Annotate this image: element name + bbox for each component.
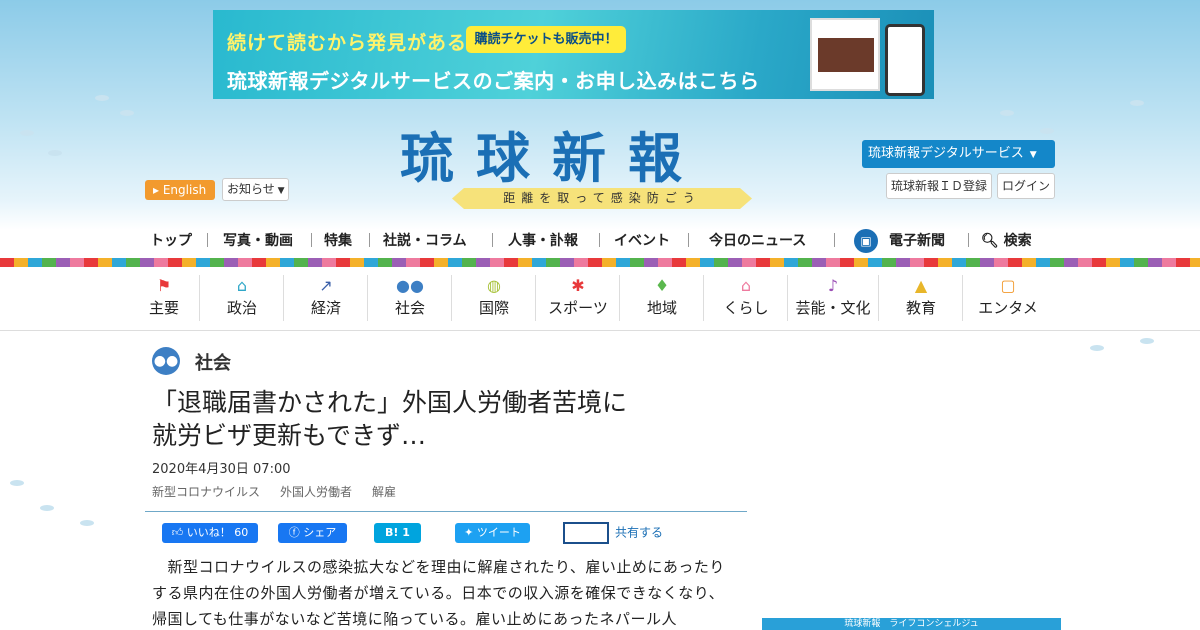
banner-laptop-image: [810, 18, 880, 91]
title-line2: 就労ビザ更新もできず…: [152, 421, 427, 450]
divider: [145, 511, 747, 512]
category-label: 社会: [394, 299, 425, 317]
nav-top[interactable]: トップ: [150, 230, 192, 250]
login-button[interactable]: ログイン: [997, 173, 1055, 199]
nav-todays-news[interactable]: 今日のニュース: [709, 230, 806, 250]
nav-photo-video[interactable]: 写真・動画: [223, 230, 293, 250]
like-label: いいね！ 60: [186, 526, 249, 539]
people-icon: ●●: [152, 347, 180, 375]
nav-events[interactable]: イベント: [614, 230, 670, 250]
news-dropdown[interactable]: お知らせ ▼: [222, 178, 289, 201]
sidebar-ad[interactable]: 琉球新報 ライフコンシェルジュ: [762, 618, 1061, 630]
category-economy[interactable]: ↗ 経済: [284, 275, 368, 329]
nav-e-newspaper[interactable]: 電子新聞: [889, 230, 945, 250]
flag-icon: ⚑: [156, 276, 172, 295]
news-label: お知らせ: [227, 182, 275, 196]
runner-icon: ✱: [571, 276, 585, 295]
nav-features[interactable]: 特集: [324, 230, 352, 250]
category-bar: ⚑ 主要 ⌂ 政治 ↗ 経済 ●● 社会 ◍ 国際 ✱ スポーツ ♦ 地域 ⌂ くらし ♪ 芸能・…: [0, 267, 1200, 331]
facebook-like-button[interactable]: 👍︎ いいね！ 60: [162, 523, 258, 543]
category-international[interactable]: ◍ 国際: [452, 275, 536, 329]
hatena-bookmark-button[interactable]: B! 1: [374, 523, 421, 543]
category-label: 地域: [646, 299, 677, 317]
chart-icon: ↗: [319, 276, 333, 295]
category-politics[interactable]: ⌂ 政治: [200, 275, 284, 329]
section-label[interactable]: 社会: [195, 349, 231, 375]
share-label: 共有する: [615, 525, 664, 540]
building-icon: ⌂: [236, 276, 248, 295]
globe-icon: ◍: [487, 276, 501, 295]
caret-down-icon: ▼: [1029, 150, 1037, 160]
category-society[interactable]: ●● 社会: [368, 275, 452, 329]
article-date: 2020年4月30日 07:00: [152, 462, 291, 477]
category-region[interactable]: ♦ 地域: [620, 275, 704, 329]
banner-line2: 琉球新報デジタルサービスのご案内・お申し込みはこちら: [227, 69, 760, 93]
category-entertainment[interactable]: ▢ エンタメ: [966, 275, 1050, 329]
banner-phone-image: [885, 24, 925, 96]
banner-ticket-badge: 購読チケットも販売中！: [466, 26, 626, 53]
category-label: 政治: [226, 299, 257, 317]
title-line1: 「退職届書かされた」外国人労働者苦境に: [152, 388, 628, 417]
nav-search[interactable]: 🔍︎ 検索: [981, 230, 1032, 250]
house-icon: ⌂: [740, 276, 752, 295]
fb-share-label: シェア: [303, 526, 337, 539]
nav-editorial[interactable]: 社説・コラム: [383, 230, 467, 250]
category-life[interactable]: ⌂ くらし: [704, 275, 788, 329]
english-label: English: [162, 183, 207, 197]
search-icon: 🔍︎: [981, 233, 999, 249]
logo-tagline: 距離を取って感染防ごう: [452, 188, 752, 209]
category-label: 国際: [478, 299, 509, 317]
tag-link[interactable]: 外国人労働者: [280, 483, 352, 500]
facebook-share-button[interactable]: ⓕ シェア: [278, 523, 347, 543]
category-label: スポーツ: [548, 299, 608, 317]
english-button[interactable]: ▸ English: [145, 180, 215, 200]
tv-icon: ▢: [1000, 276, 1016, 295]
category-label: 主要: [148, 299, 179, 317]
tag-link[interactable]: 新型コロナウイルス: [152, 483, 260, 500]
twitter-icon: ✦: [464, 526, 474, 539]
category-label: くらし: [723, 299, 769, 317]
id-register-button[interactable]: 琉球新報ＩＤ登録: [886, 173, 992, 199]
category-main[interactable]: ⚑ 主要: [122, 275, 206, 329]
category-education[interactable]: ▲ 教育: [879, 275, 963, 329]
envelope-icon: [563, 522, 609, 544]
category-label: 経済: [310, 299, 341, 317]
facebook-icon: ⓕ: [288, 526, 300, 539]
category-label: エンタメ: [978, 299, 1038, 317]
pin-icon: ♦: [654, 276, 670, 295]
main-navigation: トップ 写真・動画 特集 社説・コラム 人事・訃報 イベント 今日のニュース 電…: [145, 226, 1045, 254]
thumbs-up-icon: 👍︎: [171, 526, 184, 539]
search-label: 検索: [1003, 233, 1032, 249]
music-icon: ♪: [827, 276, 839, 295]
article-title: 「退職届書かされた」外国人労働者苦境に 就労ビザ更新もできず…: [152, 386, 742, 452]
digital-service-dropdown[interactable]: 琉球新報デジタルサービス ▼: [862, 140, 1055, 168]
cap-icon: ▲: [914, 276, 928, 295]
site-logo[interactable]: 琉球新報: [400, 128, 800, 188]
people-icon: ●●: [396, 276, 424, 295]
article-body: 新型コロナウイルスの感染拡大などを理由に解雇されたり、雇い止めにあったりする県内…: [152, 558, 725, 628]
tag-link[interactable]: 解雇: [372, 483, 396, 500]
caret-down-icon: ▼: [274, 186, 285, 196]
category-sports[interactable]: ✱ スポーツ: [536, 275, 620, 329]
tweet-label: ツイート: [476, 526, 521, 539]
tweet-button[interactable]: ✦ ツイート: [455, 523, 530, 543]
decorative-wave-pattern: [0, 258, 1200, 267]
category-label: 教育: [905, 299, 936, 317]
banner-line1: 続けて読むから発見がある: [227, 32, 468, 54]
e-newspaper-icon: ▣: [854, 229, 878, 253]
digital-service-banner[interactable]: 続けて読むから発見がある 購読チケットも販売中！ 琉球新報デジタルサービスのご案…: [213, 10, 934, 99]
category-label: 芸能・文化: [795, 299, 871, 317]
digital-service-label: 琉球新報デジタルサービス: [868, 146, 1024, 161]
nav-personnel[interactable]: 人事・訃報: [508, 230, 578, 250]
share-button[interactable]: 共有する: [563, 522, 663, 544]
category-culture[interactable]: ♪ 芸能・文化: [788, 275, 878, 329]
